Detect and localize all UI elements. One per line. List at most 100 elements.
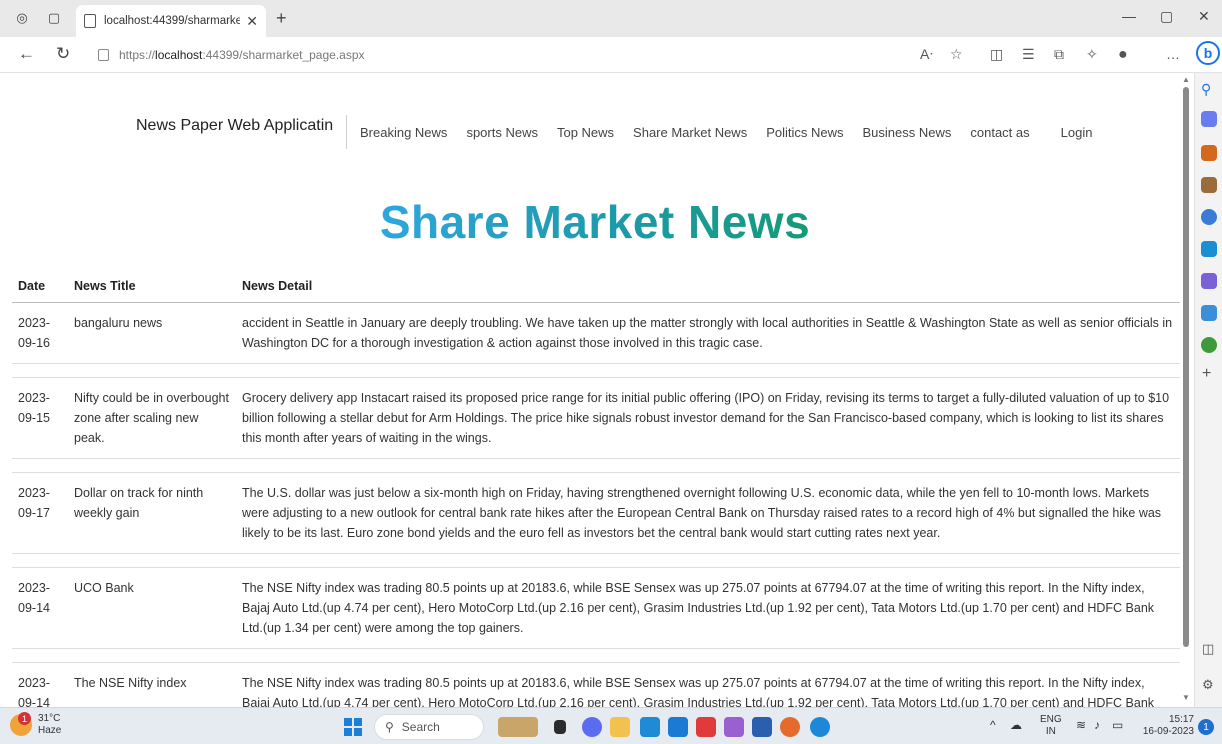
taskbar-chat-icon[interactable] — [582, 717, 602, 737]
windows-taskbar: 1 31°C Haze ⚲ Search ^ ☁ ENG IN ≋ ♪ ▭ 15… — [0, 707, 1222, 744]
date-month-day: 09-17 — [18, 506, 50, 520]
taskbar-visual-studio-icon[interactable] — [724, 717, 744, 737]
favorite-star-icon[interactable]: ☆ — [950, 46, 963, 63]
weather-widget[interactable]: 1 31°C Haze — [10, 712, 62, 737]
nav-divider — [346, 115, 347, 149]
cell-date: 2023- 09-17 — [12, 472, 68, 554]
cell-detail: The U.S. dollar was just below a six-mon… — [236, 472, 1180, 554]
table-row: 2023- 09-17 Dollar on track for ninth wee… — [12, 472, 1180, 554]
collections-icon[interactable]: ⧉ — [1054, 46, 1064, 63]
refresh-icon[interactable]: ↻ — [56, 44, 70, 64]
sidebar-search-icon[interactable]: ⚲ — [1201, 81, 1217, 97]
sidebar-add-icon[interactable]: + — [1202, 365, 1211, 383]
nav-login[interactable]: Login — [1061, 125, 1093, 140]
sidebar-outlook-icon[interactable] — [1201, 241, 1217, 257]
scroll-up-icon[interactable]: ▲ — [1182, 75, 1190, 84]
taskbar-outlook-icon[interactable] — [640, 717, 660, 737]
copilot-icon[interactable]: b — [1196, 41, 1220, 65]
battery-icon[interactable]: ▭ — [1112, 719, 1123, 731]
sidebar-drop-icon[interactable] — [1201, 337, 1217, 353]
nav-top-news[interactable]: Top News — [557, 125, 614, 140]
url-prefix: https:// — [119, 48, 156, 62]
language-indicator[interactable]: ENG IN — [1040, 714, 1062, 738]
page-scrollbar[interactable]: ▲ ▼ — [1180, 73, 1192, 707]
scrollbar-thumb[interactable] — [1183, 87, 1189, 647]
read-aloud-icon[interactable]: Aᐧ — [920, 46, 933, 63]
news-table: Date News Title News Detail 2023- 09-16 b… — [12, 271, 1180, 707]
volume-icon[interactable]: ♪ — [1094, 719, 1100, 731]
cell-detail: The NSE Nifty index was trading 80.5 poi… — [236, 567, 1180, 649]
start-button-icon[interactable] — [344, 718, 362, 736]
extensions-icon[interactable]: ✧ — [1086, 46, 1098, 63]
new-tab-icon[interactable]: + — [276, 8, 287, 29]
wifi-icon[interactable]: ≋ — [1076, 719, 1086, 731]
taskbar-chrome-icon[interactable] — [780, 717, 800, 737]
date-year: 2023- — [18, 486, 50, 500]
cell-detail: accident in Seattle in January are deepl… — [236, 302, 1180, 364]
clock[interactable]: 15:17 16-09-2023 — [1138, 714, 1194, 738]
minimize-icon[interactable]: — — [1122, 8, 1136, 24]
sidebar-games-icon[interactable] — [1201, 177, 1217, 193]
close-tab-icon[interactable]: ✕ — [246, 13, 258, 30]
taskbar-file-explorer-icon[interactable] — [610, 717, 630, 737]
close-window-icon[interactable]: ✕ — [1198, 8, 1210, 25]
header-news-detail: News Detail — [236, 271, 1180, 303]
sidebar-settings-gear-icon[interactable]: ⚙ — [1202, 677, 1214, 693]
weather-condition: Haze — [38, 725, 62, 736]
lang-region: IN — [1045, 726, 1056, 737]
sidebar-tag-icon[interactable] — [1201, 111, 1217, 127]
sidebar-tools-icon[interactable] — [1201, 145, 1217, 161]
nav-business-news[interactable]: Business News — [863, 125, 952, 140]
notification-badge[interactable]: 1 — [1198, 719, 1214, 735]
table-row: 2023- 09-14 The NSE Nifty index The NSE N… — [12, 662, 1180, 707]
split-screen-icon[interactable]: ◫ — [990, 46, 1003, 63]
nav-politics-news[interactable]: Politics News — [766, 125, 843, 140]
workspaces-icon[interactable]: ◎ — [8, 4, 36, 32]
sidebar-telegram-icon[interactable] — [1201, 305, 1217, 321]
browser-tab-active[interactable]: localhost:44399/sharmarket_pag ✕ — [76, 5, 266, 37]
nav-breaking-news[interactable]: Breaking News — [360, 125, 447, 140]
row-spacer — [12, 553, 1180, 568]
nav-contact[interactable]: contact as — [970, 125, 1029, 140]
cell-title: bangaluru news — [68, 302, 236, 364]
restore-icon[interactable]: ▢ — [1160, 8, 1173, 25]
page-icon — [84, 14, 96, 28]
taskbar-youtube-icon[interactable] — [696, 717, 716, 737]
web-page: News Paper Web Applicatin Breaking News … — [0, 73, 1180, 707]
sidebar-collapse-icon[interactable]: ◫ — [1202, 641, 1214, 657]
weather-badge: 1 — [18, 712, 31, 725]
clock-date: 16-09-2023 — [1142, 726, 1194, 737]
taskbar-word-icon[interactable] — [752, 717, 772, 737]
back-arrow-icon[interactable]: ← — [18, 44, 35, 64]
browser-tab-strip: ◎ ▢ localhost:44399/sharmarket_pag ✕ + —… — [0, 0, 1222, 37]
table-row: 2023- 09-14 UCO Bank The NSE Nifty index … — [12, 567, 1180, 649]
taskbar-edge-icon[interactable] — [810, 717, 830, 737]
taskbar-app-widget-icon[interactable] — [498, 717, 538, 737]
taskbar-search[interactable]: ⚲ Search — [374, 714, 484, 740]
tab-actions-icon[interactable]: ▢ — [40, 4, 68, 32]
row-spacer — [12, 648, 1180, 663]
address-bar[interactable]: https://localhost:44399/sharmarket_page.… — [92, 42, 972, 68]
favorites-icon[interactable]: ☰ — [1022, 46, 1035, 63]
sidebar-designer-icon[interactable] — [1201, 273, 1217, 289]
cell-detail: The NSE Nifty index was trading 80.5 poi… — [236, 662, 1180, 707]
taskbar-task-view-icon[interactable] — [554, 720, 566, 734]
cell-title: UCO Bank — [68, 567, 236, 649]
table-row: 2023- 09-16 bangaluru news accident in Se… — [12, 302, 1180, 364]
lock-icon — [98, 49, 109, 61]
scroll-down-icon[interactable]: ▼ — [1182, 693, 1190, 702]
tray-onedrive-icon[interactable]: ☁ — [1010, 719, 1022, 731]
nav-sports-news[interactable]: sports News — [466, 125, 538, 140]
tray-chevron-icon[interactable]: ^ — [990, 719, 996, 731]
edge-sidebar: ⚲ + ◫ ⚙ — [1194, 73, 1222, 707]
more-menu-icon[interactable]: … — [1166, 46, 1180, 62]
date-month-day: 09-15 — [18, 411, 50, 425]
cell-title: Dollar on track for ninth weekly gain — [68, 472, 236, 554]
taskbar-linkedin-icon[interactable] — [668, 717, 688, 737]
nav-share-market-news[interactable]: Share Market News — [633, 125, 747, 140]
profile-avatar-icon[interactable]: ● — [1118, 46, 1128, 64]
site-brand[interactable]: News Paper Web Applicatin — [136, 117, 333, 135]
table-row: 2023- 09-15 Nifty could be in overbought … — [12, 377, 1180, 459]
sidebar-office-icon[interactable] — [1201, 209, 1217, 225]
url-path: :44399/sharmarket_page.aspx — [202, 48, 365, 62]
